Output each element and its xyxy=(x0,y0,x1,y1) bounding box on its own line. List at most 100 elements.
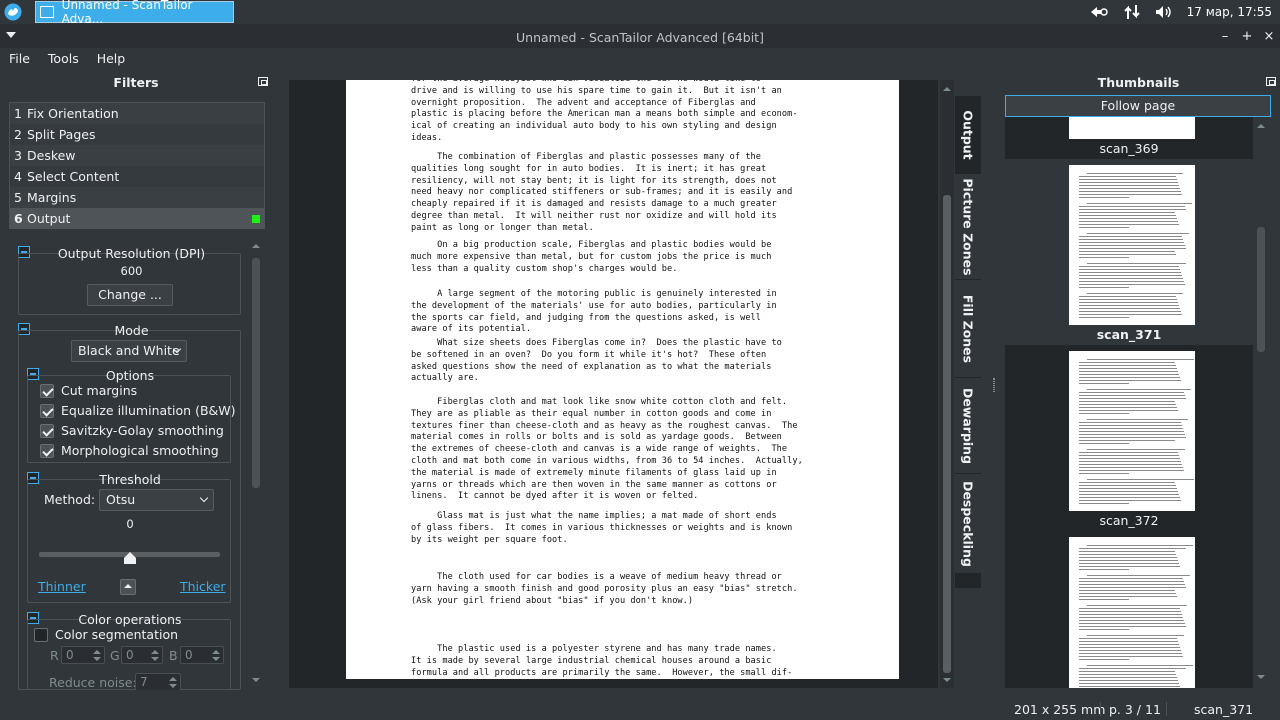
thumbnail-text-line xyxy=(1079,650,1181,651)
thumbnails-scrollbar[interactable] xyxy=(1253,117,1269,688)
scroll-up-icon[interactable] xyxy=(252,244,260,248)
thumbnail-image xyxy=(1069,165,1195,325)
stage-label: Deskew xyxy=(27,148,76,163)
checkbox-label: Savitzky-Golay smoothing xyxy=(61,423,224,438)
thumbnail-text-line xyxy=(1079,278,1183,279)
thumbnail-label: scan_372 xyxy=(1099,513,1159,528)
thicker-link[interactable]: Thicker xyxy=(180,579,226,594)
thumbnail-text-line xyxy=(1079,482,1175,483)
thumbnail-text-line xyxy=(1079,221,1178,222)
equalize-illumination-checkbox[interactable]: Equalize illumination (B&W) xyxy=(40,403,236,418)
spin-down-icon[interactable] xyxy=(93,657,101,661)
viewer-scrollbar-thumb[interactable] xyxy=(943,195,951,673)
scroll-down-icon[interactable] xyxy=(252,678,260,682)
b-spinbox[interactable]: 0 xyxy=(180,646,224,664)
tab-dewarping[interactable]: Dewarping xyxy=(955,378,981,474)
thumbnail-text-line xyxy=(1079,620,1184,621)
scroll-up-icon[interactable] xyxy=(1257,124,1265,128)
menu-file[interactable]: File xyxy=(0,48,39,70)
stage-deskew[interactable]: 3 Deskew xyxy=(10,145,264,166)
thumbnail-text-line xyxy=(1079,314,1182,315)
thumbnail-text-line xyxy=(1079,587,1186,588)
undock-thumbnails-icon[interactable] xyxy=(1266,77,1276,86)
tab-despeckling[interactable]: Despeckling xyxy=(955,474,981,574)
follow-page-button[interactable]: Follow page xyxy=(1005,95,1271,117)
maximize-button[interactable]: + xyxy=(1237,24,1257,48)
tab-picture-zones[interactable]: Picture Zones xyxy=(955,174,981,280)
thumbnail-text-line xyxy=(1079,470,1184,471)
spin-down-icon[interactable] xyxy=(169,684,177,688)
spin-down-icon[interactable] xyxy=(212,657,220,661)
app-menu-icon[interactable] xyxy=(4,3,22,21)
stage-select-content[interactable]: 4 Select Content xyxy=(10,166,264,187)
taskbar-window-button[interactable]: Unnamed - ScanTailor Adva... xyxy=(35,0,234,26)
keyboard-layout-icon[interactable] xyxy=(1089,5,1109,19)
thumbnail-text-line xyxy=(1079,458,1180,459)
tab-output[interactable]: Output xyxy=(955,96,981,174)
thumbnail-text-line xyxy=(1079,410,1178,411)
batch-status-indicator xyxy=(252,214,260,223)
thumbnail-next[interactable] xyxy=(1005,531,1253,688)
color-segmentation-checkbox[interactable]: Color segmentation xyxy=(34,627,178,642)
cut-margins-checkbox[interactable]: Cut margins xyxy=(40,383,137,398)
thumbnails-scrollbar-thumb[interactable] xyxy=(1257,227,1265,352)
threshold-reset-button[interactable] xyxy=(120,579,136,595)
tab-fill-zones[interactable]: Fill Zones xyxy=(955,280,981,378)
scroll-down-icon[interactable] xyxy=(943,678,951,682)
thumbnail-text-line xyxy=(1079,659,1129,660)
volume-icon[interactable] xyxy=(1155,5,1173,19)
threshold-slider-handle[interactable] xyxy=(123,552,136,564)
r-spinbox[interactable]: 0 xyxy=(61,646,105,664)
network-icon[interactable] xyxy=(1123,4,1141,20)
thumbnail-text-line xyxy=(1079,440,1175,441)
savitzky-golay-checkbox[interactable]: Savitzky-Golay smoothing xyxy=(40,423,224,438)
window-menu-icon[interactable] xyxy=(6,32,16,38)
thumbnail-text-line xyxy=(1079,590,1175,591)
undock-filters-icon[interactable] xyxy=(258,77,268,86)
options-scrollbar[interactable] xyxy=(250,240,262,686)
spin-up-icon[interactable] xyxy=(169,677,177,681)
page-number: p. 3 / 11 xyxy=(1109,702,1161,717)
change-dpi-button[interactable]: Change ... xyxy=(87,284,173,306)
thinner-link[interactable]: Thinner xyxy=(38,579,86,594)
thumbnail-label: scan_371 xyxy=(1096,327,1162,342)
thumbnail-scan-371[interactable]: scan_371 xyxy=(1005,159,1253,345)
image-viewer[interactable]: for the average hobbyist who can visuali… xyxy=(289,80,954,688)
options-scrollbar-thumb[interactable] xyxy=(252,258,260,488)
morphological-smoothing-checkbox[interactable]: Morphological smoothing xyxy=(40,443,219,458)
minimize-button[interactable]: – xyxy=(1215,24,1235,48)
spin-up-icon[interactable] xyxy=(93,650,101,654)
thumbnail-text-line xyxy=(1079,596,1177,597)
stage-margins[interactable]: 5 Margins xyxy=(10,187,264,208)
thumbnail-text-line xyxy=(1079,626,1186,627)
viewer-scrollbar[interactable] xyxy=(940,80,954,688)
reduce-noise-spinbox[interactable]: 7 xyxy=(135,673,181,690)
scroll-down-icon[interactable] xyxy=(1257,675,1265,679)
mode-select[interactable]: Black and White xyxy=(71,340,187,362)
spin-up-icon[interactable] xyxy=(151,650,159,654)
stage-label: Select Content xyxy=(27,169,120,184)
spin-up-icon[interactable] xyxy=(212,650,220,654)
thumbnail-scan-369[interactable]: scan_369 xyxy=(1005,117,1253,159)
r-value: 0 xyxy=(66,648,74,662)
g-spinbox[interactable]: 0 xyxy=(121,646,163,664)
close-button[interactable]: × xyxy=(1259,24,1279,48)
tab-label: Dewarping xyxy=(960,387,976,464)
scroll-up-icon[interactable] xyxy=(943,87,951,91)
stage-split-pages[interactable]: 2 Split Pages xyxy=(10,124,264,145)
thumbnail-text-line xyxy=(1079,308,1180,309)
thumbnail-scan-372[interactable]: scan_372 xyxy=(1005,345,1253,531)
taskbar-window-label: Unnamed - ScanTailor Adva... xyxy=(61,0,193,26)
clock[interactable]: 17 мар, 17:55 xyxy=(1187,5,1272,19)
mode-title: Mode xyxy=(114,323,149,338)
menu-tools[interactable]: Tools xyxy=(39,48,88,70)
splitter-handle[interactable] xyxy=(993,378,995,392)
thumbnail-text-line xyxy=(1079,431,1184,432)
threshold-method-select[interactable]: Otsu xyxy=(99,489,214,511)
page-size: 201 x 255 mm xyxy=(1014,702,1106,717)
spin-down-icon[interactable] xyxy=(151,657,159,661)
stage-output[interactable]: 6 Output xyxy=(10,208,264,229)
menu-help[interactable]: Help xyxy=(88,48,135,70)
stage-fix-orientation[interactable]: 1 Fix Orientation xyxy=(10,103,264,124)
thumbnail-text-line xyxy=(1079,215,1176,216)
